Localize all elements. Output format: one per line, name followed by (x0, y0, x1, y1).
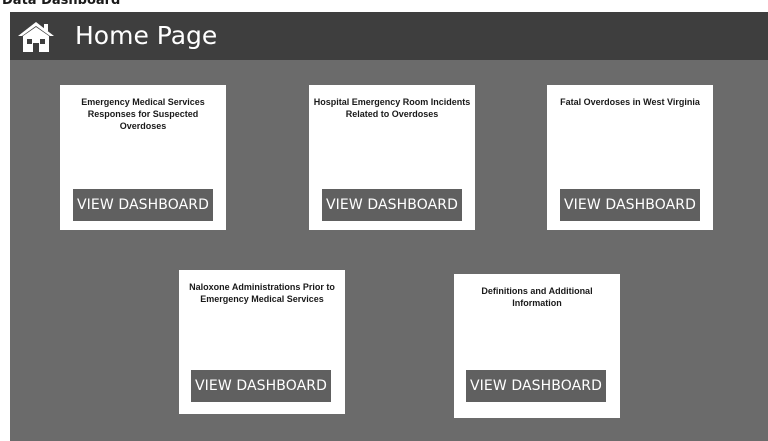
card-title: Hospital Emergency Room Incidents Relate… (313, 97, 471, 119)
card-ems-responses: Emergency Medical Services Responses for… (60, 85, 226, 230)
card-hospital-er-incidents: Hospital Emergency Room Incidents Relate… (309, 85, 475, 230)
view-dashboard-button[interactable]: VIEW DASHBOARD (73, 189, 213, 221)
view-dashboard-button[interactable]: VIEW DASHBOARD (560, 189, 700, 221)
header-bar: Home Page (10, 12, 768, 60)
card-title: Fatal Overdoses in West Virginia (560, 97, 700, 107)
card-naloxone-administrations: Naloxone Administrations Prior to Emerge… (179, 270, 345, 414)
page-title: Data Dashboard (2, 0, 121, 8)
card-title: Definitions and Additional Information (481, 286, 593, 308)
view-dashboard-button[interactable]: VIEW DASHBOARD (466, 370, 606, 402)
home-icon[interactable] (17, 21, 55, 53)
card-title: Emergency Medical Services Responses for… (81, 97, 205, 131)
card-fatal-overdoses: Fatal Overdoses in West Virginia VIEW DA… (547, 85, 713, 230)
header-title: Home Page (75, 21, 218, 50)
view-dashboard-button[interactable]: VIEW DASHBOARD (191, 370, 331, 402)
card-title: Naloxone Administrations Prior to Emerge… (189, 282, 335, 304)
dashboard-frame: Home Page Emergency Medical Services Res… (10, 12, 768, 441)
view-dashboard-button[interactable]: VIEW DASHBOARD (322, 189, 462, 221)
card-definitions-information: Definitions and Additional Information V… (454, 274, 620, 418)
